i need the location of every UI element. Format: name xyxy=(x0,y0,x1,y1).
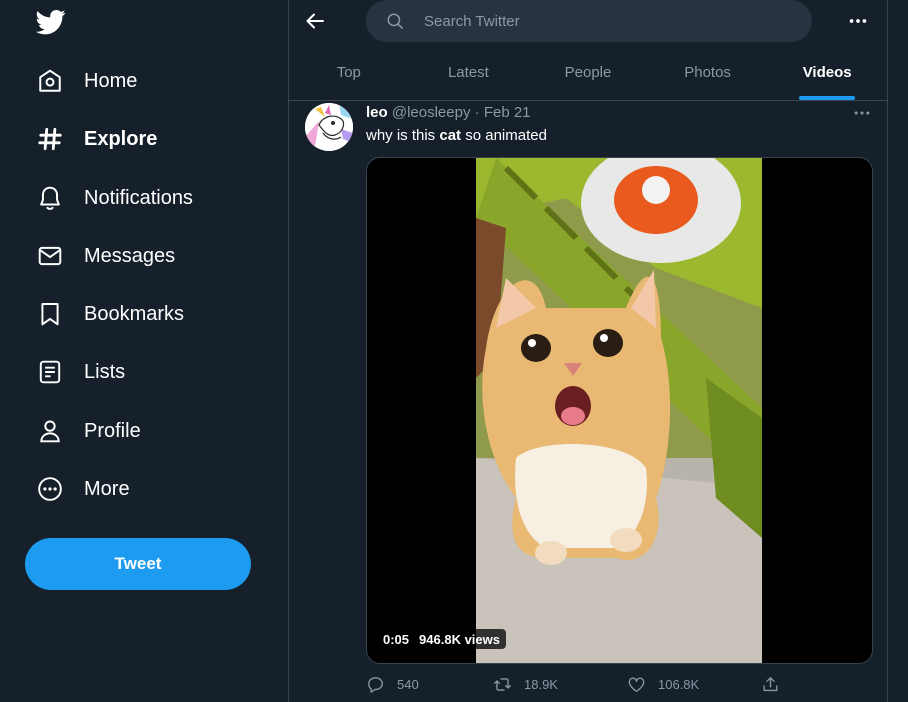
search-icon xyxy=(386,12,404,30)
heart-icon xyxy=(628,677,645,692)
separator-dot: · xyxy=(474,104,480,121)
more-circle-icon xyxy=(36,475,64,503)
search-input[interactable] xyxy=(422,11,786,31)
tab-latest[interactable]: Latest xyxy=(409,52,529,100)
sidebar-item-label: More xyxy=(84,477,130,500)
tweet-author-handle[interactable]: @leosleepy xyxy=(392,104,471,121)
reply-button[interactable]: 540 xyxy=(366,675,419,694)
tweet-text-part: so animated xyxy=(461,127,547,144)
tab-label: Photos xyxy=(684,64,731,81)
tweet-text-highlight: cat xyxy=(439,127,462,144)
tab-people[interactable]: People xyxy=(528,52,648,100)
share-icon xyxy=(763,677,778,692)
share-button[interactable] xyxy=(761,675,780,694)
search-tabs: Top Latest People Photos Videos xyxy=(289,52,887,101)
like-count: 106.8K xyxy=(658,677,700,692)
bell-icon xyxy=(36,184,64,212)
sidebar-item-profile[interactable]: Profile xyxy=(36,411,141,451)
tab-videos[interactable]: Videos xyxy=(767,52,887,100)
reply-icon xyxy=(368,677,383,693)
sidebar-item-messages[interactable]: Messages xyxy=(36,236,175,276)
video-duration: 0:05 xyxy=(383,631,410,647)
sidebar-item-home[interactable]: Home xyxy=(36,61,137,101)
tweet-button[interactable]: Tweet xyxy=(25,538,251,590)
sidebar-item-label: Bookmarks xyxy=(84,302,185,325)
envelope-icon xyxy=(36,242,64,270)
home-icon xyxy=(36,67,64,95)
tab-photos[interactable]: Photos xyxy=(648,52,768,100)
sidebar-item-label: Profile xyxy=(84,419,141,442)
video-frame-cat xyxy=(476,158,762,663)
tab-label: People xyxy=(564,64,612,81)
person-icon xyxy=(36,417,64,445)
active-tab-indicator xyxy=(799,96,856,100)
sidebar-item-label: Explore xyxy=(84,127,158,150)
sidebar-item-label: Notifications xyxy=(84,186,193,209)
more-options-icon[interactable] xyxy=(847,10,869,32)
sidebar-item-notifications[interactable]: Notifications xyxy=(36,178,193,218)
sidebar-item-label: Home xyxy=(84,69,138,92)
tweet-actions: 540 18.9K 106.8K xyxy=(366,675,871,697)
sidebar: Home Explore Notifications Messages Book… xyxy=(0,0,288,702)
tab-label: Videos xyxy=(802,64,852,81)
tweet-text: why is this cat so animated xyxy=(366,127,547,144)
tweet-author-name[interactable]: leo xyxy=(366,104,388,121)
twitter-bird-icon[interactable] xyxy=(35,7,66,37)
sidebar-item-label: Messages xyxy=(84,244,176,267)
tweet-date[interactable]: Feb 21 xyxy=(484,104,531,121)
retweet-button[interactable]: 18.9K xyxy=(493,675,558,694)
tab-label: Latest xyxy=(447,64,489,81)
retweet-icon xyxy=(493,678,512,691)
tweet-video[interactable]: 0:05 946.8K views xyxy=(366,157,873,664)
tweet-more-icon[interactable] xyxy=(852,104,872,122)
reply-count: 540 xyxy=(397,677,419,692)
sidebar-item-bookmarks[interactable]: Bookmarks xyxy=(36,294,184,334)
bookmark-icon xyxy=(36,300,64,328)
back-arrow-icon[interactable] xyxy=(303,9,327,33)
main-column: Top Latest People Photos Videos leo @leo… xyxy=(288,0,888,702)
sidebar-item-label: Lists xyxy=(84,360,126,383)
search-box[interactable] xyxy=(366,0,812,42)
tab-label: Top xyxy=(336,64,361,81)
list-icon xyxy=(36,358,64,386)
tweet-header: leo @leosleepy · Feb 21 xyxy=(366,104,531,121)
avatar[interactable] xyxy=(305,103,353,151)
video-info-badge: 0:05 946.8K views xyxy=(377,629,506,649)
sidebar-item-explore[interactable]: Explore xyxy=(36,119,157,159)
sidebar-item-lists[interactable]: Lists xyxy=(36,352,125,392)
tweet-text-part: why is this xyxy=(366,127,440,144)
like-button[interactable]: 106.8K xyxy=(627,675,699,694)
hashtag-icon xyxy=(36,125,64,153)
retweet-count: 18.9K xyxy=(524,677,558,692)
tab-top[interactable]: Top xyxy=(289,52,409,100)
sidebar-item-more[interactable]: More xyxy=(36,469,130,509)
video-views: 946.8K views xyxy=(419,631,500,647)
